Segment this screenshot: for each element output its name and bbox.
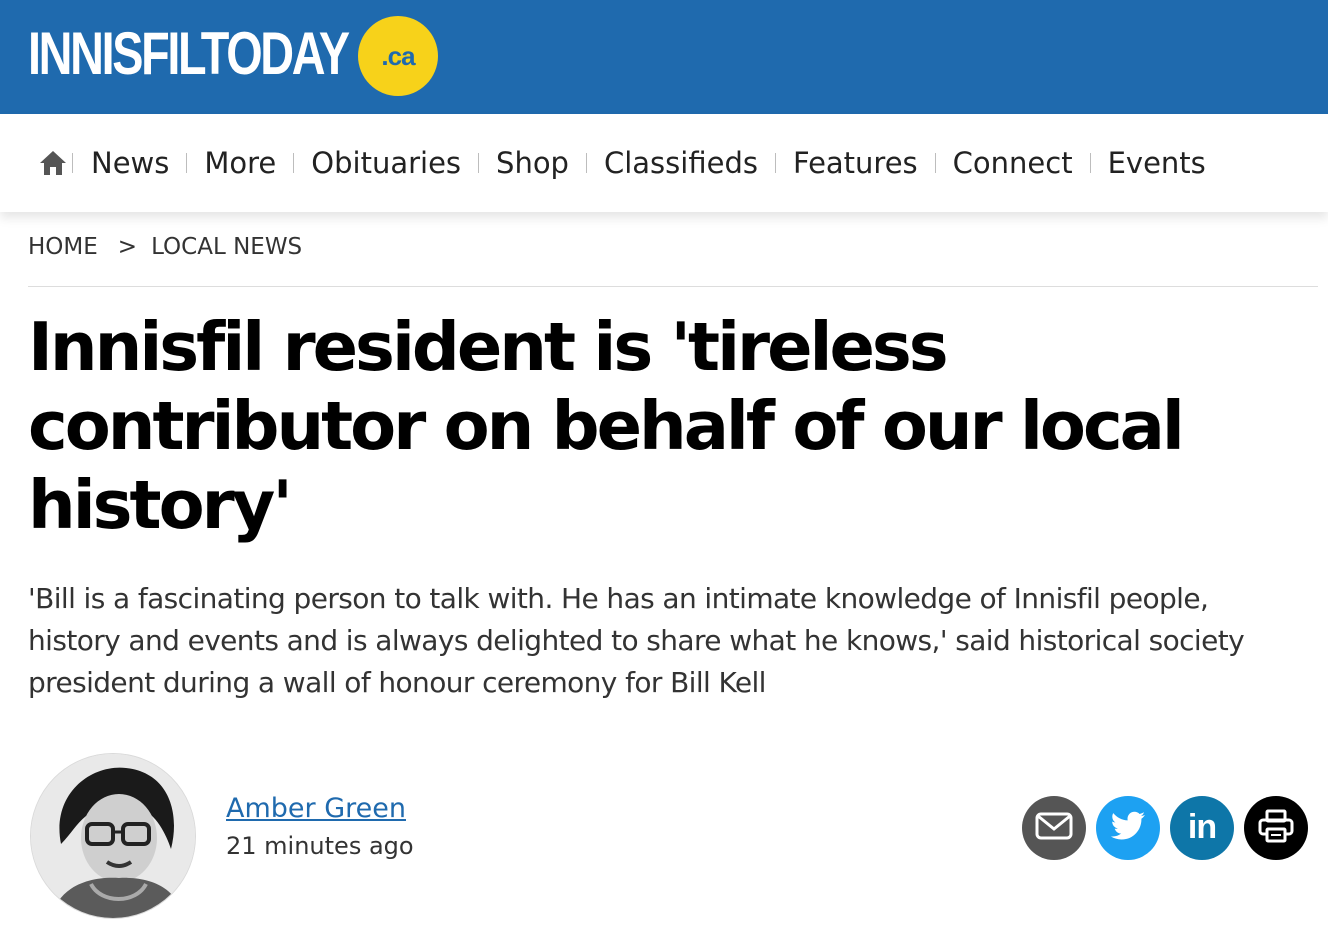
twitter-share-button[interactable] — [1096, 796, 1160, 860]
email-share-button[interactable] — [1022, 796, 1086, 860]
breadcrumb-home[interactable]: HOME — [28, 234, 98, 260]
summary-line: history and events and is always delight… — [28, 624, 1245, 657]
nav-item-connect[interactable]: Connect — [953, 146, 1073, 180]
nav-divider — [585, 153, 587, 173]
nav-item-more[interactable]: More — [204, 146, 276, 180]
author-avatar[interactable] — [30, 753, 196, 919]
home-icon[interactable] — [38, 148, 68, 178]
nav-divider — [774, 153, 776, 173]
nav-item-news[interactable]: News — [91, 146, 169, 180]
nav-divider — [478, 153, 480, 173]
logo-text: INNISFILTODAY — [28, 20, 350, 87]
logo-badge-text: .ca — [381, 40, 415, 71]
headline-line: history' — [28, 466, 293, 544]
email-icon — [1035, 812, 1073, 844]
nav-item-features[interactable]: Features — [793, 146, 918, 180]
breadcrumb: HOME > LOCAL NEWS — [28, 234, 302, 260]
nav-divider — [1089, 153, 1091, 173]
linkedin-icon: in — [1187, 807, 1217, 846]
headline-line: Innisfil resident is 'tireless — [28, 308, 949, 386]
nav-item-events[interactable]: Events — [1108, 146, 1206, 180]
nav-item-classifieds[interactable]: Classifieds — [604, 146, 758, 180]
author-name-link[interactable]: Amber Green — [226, 793, 406, 824]
twitter-icon — [1110, 811, 1146, 845]
logo-badge: .ca — [358, 16, 438, 96]
main-nav: News More Obituaries Shop Classifieds Fe… — [0, 114, 1328, 212]
print-button[interactable] — [1244, 796, 1308, 860]
site-logo[interactable]: INNISFILTODAY .ca — [28, 16, 438, 96]
breadcrumb-separator: > — [117, 234, 138, 260]
headline-line: contributor on behalf of our local — [28, 387, 1185, 465]
nav-divider — [293, 153, 295, 173]
article-timestamp: 21 minutes ago — [226, 832, 414, 860]
breadcrumb-section[interactable]: LOCAL NEWS — [151, 234, 302, 260]
linkedin-share-button[interactable]: in — [1170, 796, 1234, 860]
nav-divider — [72, 153, 73, 173]
print-icon — [1258, 809, 1294, 847]
site-header: INNISFILTODAY .ca — [0, 0, 1328, 114]
nav-item-obituaries[interactable]: Obituaries — [311, 146, 461, 180]
nav-item-shop[interactable]: Shop — [496, 146, 569, 180]
article-headline: Innisfil resident is 'tireless contribut… — [28, 308, 1298, 545]
summary-line: 'Bill is a fascinating person to talk wi… — [28, 582, 1209, 615]
summary-line: president during a wall of honour ceremo… — [28, 666, 766, 699]
nav-divider — [934, 153, 936, 173]
article-summary: 'Bill is a fascinating person to talk wi… — [28, 578, 1323, 704]
nav-divider — [186, 153, 188, 173]
breadcrumb-divider — [28, 286, 1318, 287]
